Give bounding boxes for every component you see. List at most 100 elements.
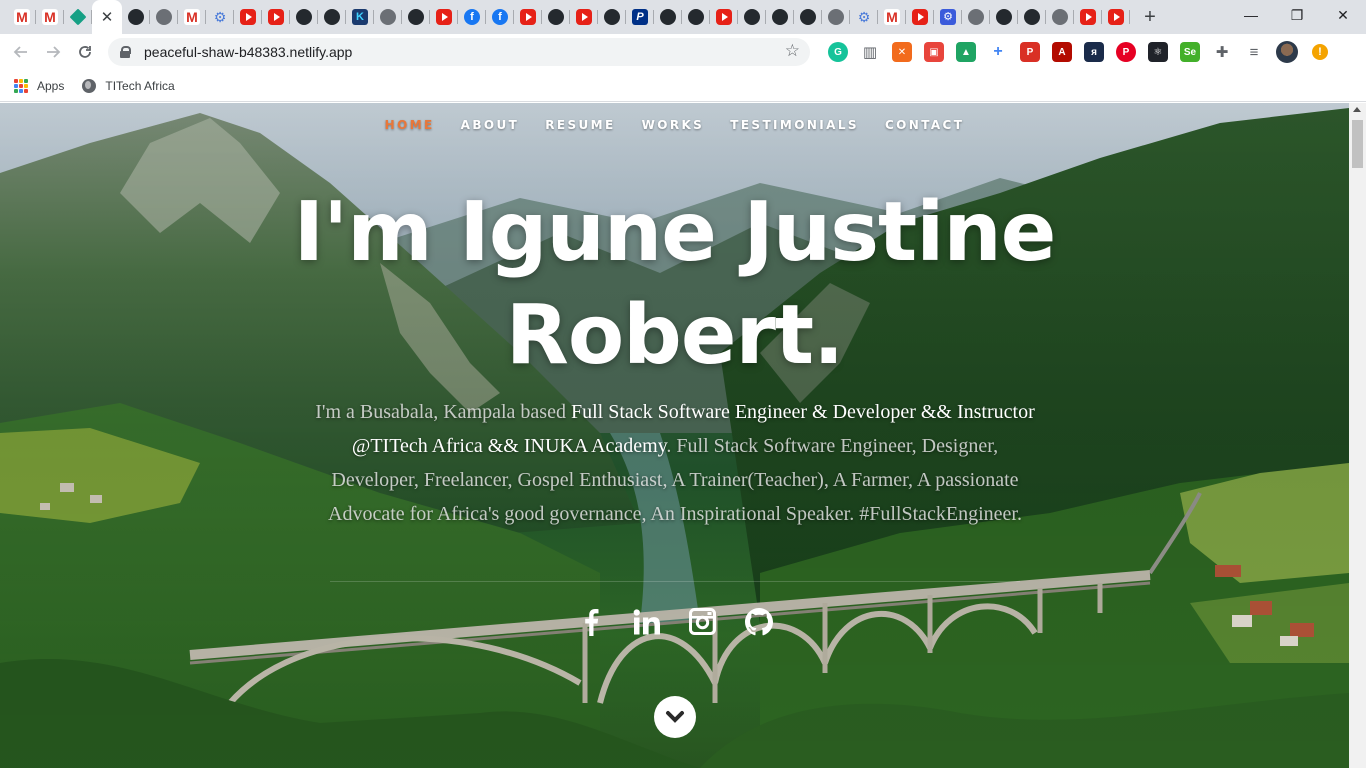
browser-tab[interactable]: M	[178, 0, 206, 34]
linkedin-icon	[633, 608, 660, 634]
extension-orange-icon[interactable]: ✕	[892, 42, 912, 62]
back-button[interactable]	[5, 36, 37, 68]
nav-link-about[interactable]: ABOUT	[461, 118, 520, 132]
browser-tab[interactable]	[122, 0, 150, 34]
browser-tab[interactable]: ⚙	[934, 0, 962, 34]
github-link[interactable]	[743, 606, 774, 637]
browser-tab[interactable]	[542, 0, 570, 34]
pinterest-icon[interactable]: P	[1116, 42, 1136, 62]
nav-link-testimonials[interactable]: TESTIMONIALS	[730, 118, 859, 132]
browser-tab[interactable]	[430, 0, 458, 34]
nav-link-home[interactable]: HOME	[385, 118, 435, 132]
paypal-icon: P	[632, 9, 648, 25]
gear-icon: ⚙	[213, 9, 227, 25]
browser-tab[interactable]: f	[458, 0, 486, 34]
browser-tab[interactable]	[682, 0, 710, 34]
profile-avatar[interactable]	[1276, 41, 1298, 63]
close-icon[interactable]: ✕	[101, 8, 114, 26]
globe-icon	[968, 9, 984, 25]
browser-tab[interactable]	[738, 0, 766, 34]
grammarly-icon[interactable]: G	[828, 42, 848, 62]
gmail-icon: M	[14, 9, 30, 25]
browser-tab[interactable]	[1046, 0, 1074, 34]
minimize-button[interactable]: —	[1228, 0, 1274, 30]
google-drive-icon[interactable]: ▲	[956, 42, 976, 62]
browser-tab[interactable]	[1074, 0, 1102, 34]
browser-tab[interactable]: K	[346, 0, 374, 34]
browser-tab[interactable]	[290, 0, 318, 34]
browser-tab[interactable]: f	[486, 0, 514, 34]
browser-tab[interactable]: ✕	[92, 0, 122, 34]
bookmarks-bar: Apps TITech Africa	[0, 70, 1366, 102]
browser-tab[interactable]	[962, 0, 990, 34]
instagram-link[interactable]	[687, 606, 718, 637]
browser-tab[interactable]	[1018, 0, 1046, 34]
react-icon[interactable]: ⚛	[1148, 42, 1168, 62]
browser-tab[interactable]: M	[878, 0, 906, 34]
restore-button[interactable]: ❐	[1274, 0, 1320, 30]
browser-tab[interactable]	[402, 0, 430, 34]
browser-tab[interactable]	[710, 0, 738, 34]
bookmark-titech-africa[interactable]: TITech Africa	[82, 78, 175, 93]
nav-link-resume[interactable]: RESUME	[545, 118, 615, 132]
selenium-icon[interactable]: Se	[1180, 42, 1200, 62]
reload-button[interactable]	[69, 36, 101, 68]
browser-tab[interactable]: P	[626, 0, 654, 34]
puzzle-icon[interactable]: ✚	[1212, 42, 1232, 62]
bookmark-star-icon[interactable]: ☆	[785, 41, 800, 61]
browser-tab[interactable]	[374, 0, 402, 34]
kotlin-icon: K	[352, 9, 368, 25]
github-icon	[688, 9, 704, 25]
youtube-icon	[240, 9, 256, 25]
browser-tab[interactable]	[990, 0, 1018, 34]
browser-tab[interactable]	[318, 0, 346, 34]
extension-cube-icon[interactable]: ▣	[924, 42, 944, 62]
linkedin-link[interactable]	[631, 606, 662, 637]
extension-dark-icon[interactable]: ᴙ	[1084, 42, 1104, 62]
update-alert-icon[interactable]: !	[1312, 44, 1328, 60]
address-bar[interactable]: peaceful-shaw-b48383.netlify.app ☆	[108, 38, 810, 66]
browser-tab[interactable]	[598, 0, 626, 34]
browser-tab[interactable]	[794, 0, 822, 34]
google-plus-icon[interactable]: +	[988, 42, 1008, 62]
browser-tab[interactable]	[64, 0, 92, 34]
window-close-button[interactable]: ✕	[1320, 0, 1366, 30]
browser-tab[interactable]	[822, 0, 850, 34]
intro-text: I'm a Busabala, Kampala based	[315, 401, 571, 423]
browser-tab[interactable]: M	[8, 0, 36, 34]
media-queue-icon[interactable]: ≡	[1244, 42, 1264, 62]
forward-button[interactable]	[37, 36, 69, 68]
chevron-down-icon	[666, 711, 684, 723]
acrobat-icon[interactable]: A	[1052, 42, 1072, 62]
gear-icon: ⚙	[857, 9, 871, 25]
url-text[interactable]: peaceful-shaw-b48383.netlify.app	[144, 44, 352, 60]
browser-tab[interactable]	[766, 0, 794, 34]
browser-tab[interactable]	[514, 0, 542, 34]
reader-icon[interactable]: ▥	[860, 42, 880, 62]
scroll-down-button[interactable]	[654, 696, 696, 738]
github-icon	[548, 9, 564, 25]
nav-link-works[interactable]: WORKS	[642, 118, 705, 132]
browser-tab[interactable]	[234, 0, 262, 34]
browser-tab[interactable]	[654, 0, 682, 34]
new-tab-button[interactable]: +	[1136, 3, 1164, 31]
browser-tab[interactable]: ⚙	[850, 0, 878, 34]
scrollbar-thumb[interactable]	[1352, 120, 1363, 168]
browser-tab[interactable]	[150, 0, 178, 34]
browser-tab[interactable]	[906, 0, 934, 34]
browser-tab[interactable]	[570, 0, 598, 34]
page-scrollbar[interactable]	[1349, 103, 1366, 768]
bookmark-apps[interactable]: Apps	[14, 78, 64, 93]
hero-section: HOME ABOUT RESUME WORKS TESTIMONIALS CONTACT …	[0, 103, 1349, 768]
pdf-icon[interactable]: P	[1020, 42, 1040, 62]
browser-tab[interactable]: M	[36, 0, 64, 34]
youtube-icon	[1080, 9, 1096, 25]
browser-tab[interactable]	[262, 0, 290, 34]
browser-tab[interactable]	[1102, 0, 1130, 34]
browser-tab[interactable]: ⚙	[206, 0, 234, 34]
github-icon	[800, 9, 816, 25]
diamond-icon	[69, 8, 87, 26]
scroll-up-arrow-icon[interactable]	[1353, 107, 1361, 112]
facebook-link[interactable]	[575, 606, 606, 637]
nav-link-contact[interactable]: CONTACT	[885, 118, 964, 132]
